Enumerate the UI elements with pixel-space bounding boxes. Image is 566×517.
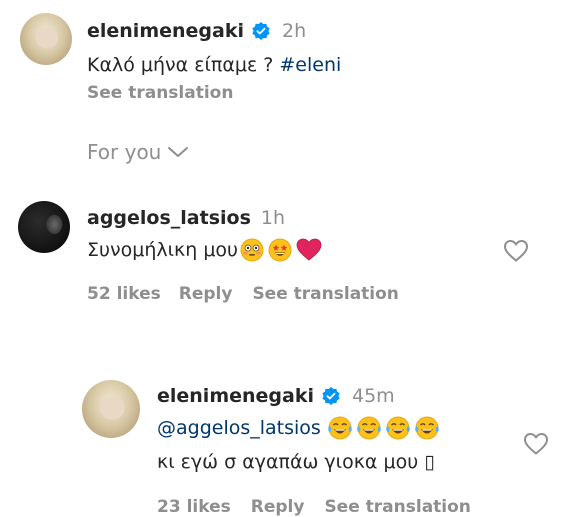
red-heart-icon — [296, 238, 322, 261]
comment-body: Καλό μήνα είπαμε ? — [87, 54, 280, 76]
timestamp: 1h — [260, 207, 286, 229]
tears-of-joy-icon — [357, 416, 381, 440]
reply-button[interactable]: Reply — [251, 497, 305, 517]
hashtag-link[interactable]: #eleni — [279, 54, 341, 76]
see-translation-link[interactable]: See translation — [252, 284, 398, 304]
see-translation-link[interactable]: See translation — [324, 497, 470, 517]
like-heart-icon[interactable] — [503, 239, 529, 263]
likes-count[interactable]: 23 likes — [157, 497, 231, 517]
username[interactable]: aggelos_latsios — [87, 207, 251, 229]
tears-of-joy-icon — [415, 416, 439, 440]
likes-count[interactable]: 52 likes — [87, 284, 161, 304]
comment-text: Συνομήλικη μου — [87, 238, 322, 262]
avatar[interactable] — [20, 13, 72, 65]
tears-of-joy-icon — [386, 416, 410, 440]
timestamp: 45m — [352, 385, 395, 407]
avatar[interactable] — [82, 380, 140, 438]
star-struck-face-icon — [268, 238, 292, 262]
flushed-face-icon — [240, 238, 264, 262]
see-translation-link[interactable]: See translation — [87, 83, 233, 103]
reply-button[interactable]: Reply — [179, 284, 233, 304]
mention-link[interactable]: @aggelos_latsios — [157, 417, 321, 439]
emoji-group — [327, 416, 440, 440]
verified-badge-icon — [322, 387, 340, 405]
timestamp: 2h — [282, 20, 307, 42]
avatar[interactable] — [18, 201, 70, 253]
chevron-down-icon — [168, 147, 189, 157]
username[interactable]: elenimenegaki — [157, 385, 314, 407]
verified-badge-icon — [252, 22, 270, 40]
for-you-dropdown[interactable]: For you — [87, 140, 189, 164]
comment-actions: 52 likes Reply See translation — [87, 284, 399, 304]
username[interactable]: elenimenegaki — [87, 20, 244, 42]
comment-header: elenimenegaki 2h — [87, 18, 306, 44]
comment-header: elenimenegaki 45m — [157, 383, 395, 409]
comment-actions: 23 likes Reply See translation — [157, 497, 471, 517]
tears-of-joy-icon — [328, 416, 352, 440]
for-you-label: For you — [87, 140, 162, 164]
comment-header: aggelos_latsios 1h — [87, 205, 285, 231]
like-heart-icon[interactable] — [523, 432, 549, 456]
comment-body: Συνομήλικη μου — [87, 239, 239, 261]
comment-body: κι εγώ σ αγαπάω γιοκα μου ▯ — [157, 451, 435, 473]
comment-text: @aggelos_latsios — [157, 416, 440, 440]
comment-text: Καλό μήνα είπαμε ? #eleni — [87, 54, 341, 76]
